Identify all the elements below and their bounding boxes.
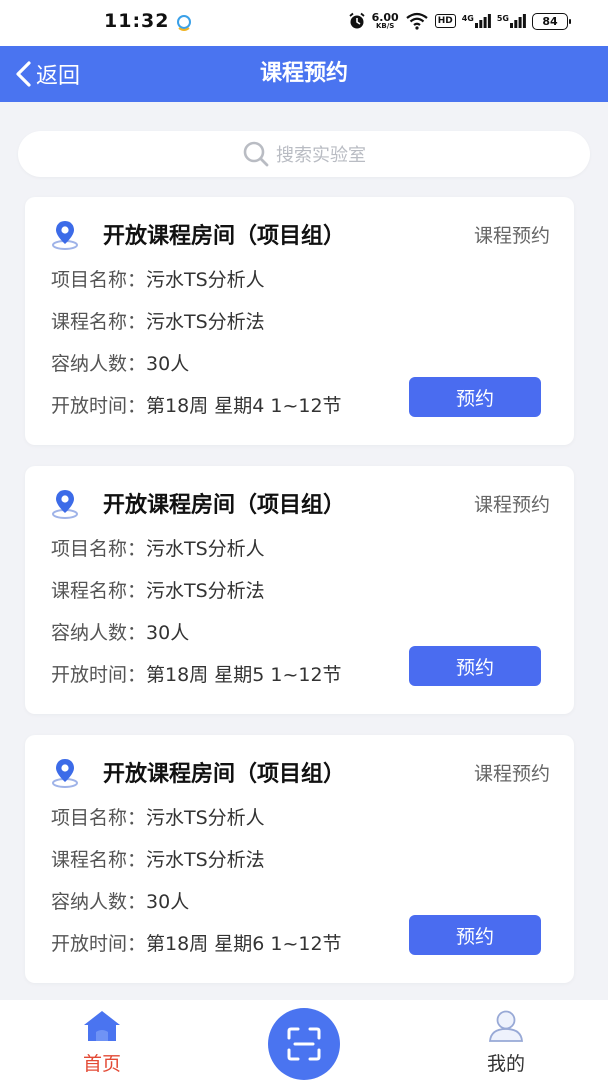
battery-indicator: 84	[532, 12, 571, 30]
open-time-value: 第18周 星期4 1~12节	[146, 395, 342, 417]
tab-home-label: 首页	[82, 1053, 121, 1075]
lab-card: 开放课程房间（项目组） 课程预约 项目名称：污水TS分析人 课程名称：污水TS分…	[25, 197, 574, 445]
capacity-label: 容纳人数：	[51, 891, 147, 913]
card-action-link[interactable]: 课程预约	[474, 490, 550, 517]
course-name-value: 污水TS分析法	[146, 311, 265, 333]
open-time-row: 开放时间：第18周 星期5 1~12节	[51, 660, 342, 687]
capacity-value: 30人	[146, 891, 190, 913]
search-bar[interactable]: 搜索实验室	[18, 131, 590, 177]
home-icon	[84, 1011, 120, 1041]
tab-mine[interactable]: 我的	[464, 1000, 548, 1080]
project-name-label: 项目名称：	[51, 538, 147, 560]
book-button[interactable]: 预约	[409, 377, 541, 417]
location-pin-icon	[52, 759, 78, 788]
wifi-icon	[406, 12, 428, 30]
signal-5g-label: 5G	[496, 14, 509, 23]
project-name-label: 项目名称：	[51, 269, 147, 291]
back-button[interactable]: 返回	[14, 56, 80, 92]
user-icon	[489, 1010, 523, 1042]
open-time-label: 开放时间：	[51, 395, 147, 417]
open-time-value: 第18周 星期6 1~12节	[146, 933, 342, 955]
scan-icon	[287, 1027, 321, 1061]
status-bar: 11:32 6.00 KB/S HD 4G 5G 84	[0, 0, 608, 46]
card-title: 开放课程房间（项目组）	[103, 762, 346, 787]
open-time-row: 开放时间：第18周 星期6 1~12节	[51, 929, 342, 956]
card-title: 开放课程房间（项目组）	[103, 493, 346, 518]
open-time-row: 开放时间：第18周 星期4 1~12节	[51, 391, 342, 418]
scan-button[interactable]	[268, 1008, 340, 1080]
project-name-label: 项目名称：	[51, 807, 147, 829]
project-name-value: 污水TS分析人	[146, 807, 265, 829]
net-speed-unit: KB/S	[375, 22, 395, 30]
alarm-icon	[348, 12, 365, 29]
signal-bars-icon	[510, 14, 526, 28]
capacity-label: 容纳人数：	[51, 353, 147, 375]
card-title: 开放课程房间（项目组）	[103, 224, 346, 249]
book-button[interactable]: 预约	[409, 915, 541, 955]
course-name-value: 污水TS分析法	[146, 580, 265, 602]
course-name-row: 课程名称：污水TS分析法	[51, 845, 265, 872]
capacity-row: 容纳人数：30人	[51, 349, 189, 376]
course-name-label: 课程名称：	[51, 580, 147, 602]
capacity-label: 容纳人数：	[51, 622, 147, 644]
chevron-left-icon	[16, 61, 31, 87]
course-name-label: 课程名称：	[51, 849, 147, 871]
lab-card: 开放课程房间（项目组） 课程预约 项目名称：污水TS分析人 课程名称：污水TS分…	[25, 735, 574, 983]
signal-4g: 4G	[462, 14, 491, 28]
card-action-link[interactable]: 课程预约	[474, 759, 550, 786]
project-name-value: 污水TS分析人	[146, 269, 265, 291]
card-action-link[interactable]: 课程预约	[474, 221, 550, 248]
status-time: 11:32	[104, 10, 170, 32]
page-title: 课程预约	[259, 61, 348, 86]
tab-mine-label: 我的	[486, 1053, 525, 1075]
project-name-row: 项目名称：污水TS分析人	[51, 265, 265, 292]
open-time-label: 开放时间：	[51, 664, 147, 686]
signal-5g: 5G	[497, 14, 526, 28]
capacity-row: 容纳人数：30人	[51, 887, 189, 914]
project-name-row: 项目名称：污水TS分析人	[51, 803, 265, 830]
net-speed: 6.00 KB/S	[372, 12, 399, 30]
card-header: 开放课程房间（项目组） 课程预约	[49, 217, 550, 251]
signal-bars-icon	[474, 14, 491, 28]
course-name-label: 课程名称：	[51, 311, 147, 333]
project-name-row: 项目名称：污水TS分析人	[51, 534, 265, 561]
book-button[interactable]: 预约	[409, 646, 541, 686]
course-name-row: 课程名称：污水TS分析法	[51, 307, 265, 334]
course-name-row: 课程名称：污水TS分析法	[51, 576, 265, 603]
hd-badge: HD	[434, 14, 456, 28]
tab-home[interactable]: 首页	[60, 1000, 144, 1080]
search-icon	[243, 141, 269, 167]
project-name-value: 污水TS分析人	[146, 538, 265, 560]
capacity-value: 30人	[146, 353, 190, 375]
lab-card: 开放课程房间（项目组） 课程预约 项目名称：污水TS分析人 课程名称：污水TS分…	[25, 466, 574, 714]
capacity-value: 30人	[146, 622, 190, 644]
back-label: 返回	[36, 64, 81, 89]
signal-4g-label: 4G	[461, 14, 474, 23]
nav-bar: 课程预约 返回	[0, 46, 608, 102]
app-notification-icon	[177, 15, 191, 31]
card-header: 开放课程房间（项目组） 课程预约	[49, 755, 550, 789]
location-pin-icon	[52, 221, 78, 250]
search-placeholder: 搜索实验室	[276, 145, 366, 166]
open-time-label: 开放时间：	[51, 933, 147, 955]
status-icons: 6.00 KB/S HD 4G 5G 84	[348, 12, 571, 30]
location-pin-icon	[52, 490, 78, 519]
open-time-value: 第18周 星期5 1~12节	[146, 664, 342, 686]
card-header: 开放课程房间（项目组） 课程预约	[49, 486, 550, 520]
capacity-row: 容纳人数：30人	[51, 618, 189, 645]
course-name-value: 污水TS分析法	[146, 849, 265, 871]
